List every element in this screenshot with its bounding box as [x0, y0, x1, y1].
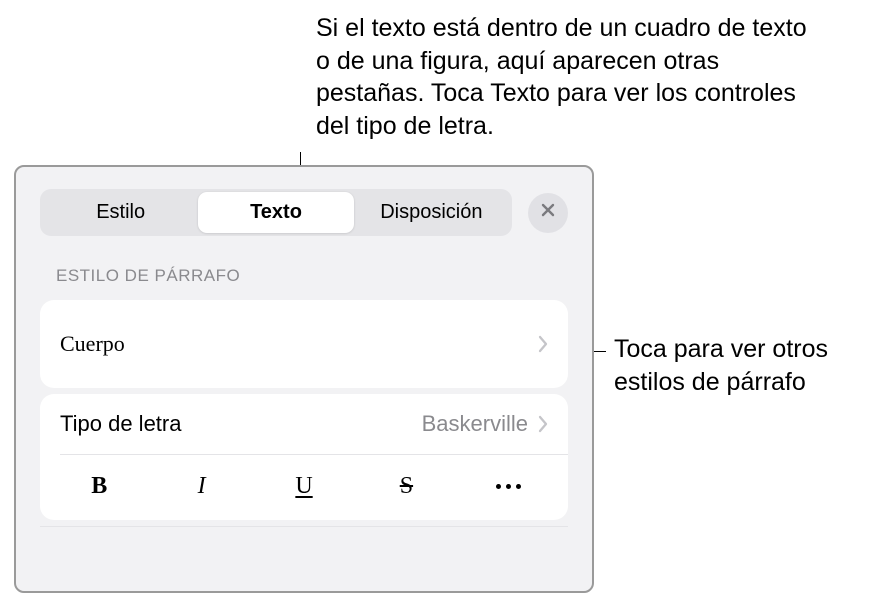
annotation-tabs: Si el texto está dentro de un cuadro de … [316, 12, 816, 142]
close-button[interactable] [528, 193, 568, 233]
divider [40, 526, 568, 527]
close-icon [540, 202, 556, 223]
chevron-right-icon [538, 335, 548, 353]
strikethrough-button[interactable]: S [355, 467, 457, 506]
font-label: Tipo de letra [60, 411, 181, 437]
text-style-toolbar: B I U S [40, 455, 568, 520]
panel-header: Estilo Texto Disposición [16, 167, 592, 252]
tab-style[interactable]: Estilo [43, 192, 198, 233]
section-title-paragraph-style: ESTILO DE PÁRRAFO [16, 252, 592, 294]
bold-button[interactable]: B [48, 467, 150, 506]
format-panel: Estilo Texto Disposición ESTILO DE PÁRRA… [14, 165, 594, 593]
font-row[interactable]: Tipo de letra Baskerville [40, 394, 568, 454]
annotation-paragraph-style: Toca para ver otros estilos de párrafo [614, 333, 884, 398]
chevron-right-icon [538, 415, 548, 433]
tab-layout[interactable]: Disposición [354, 192, 509, 233]
more-icon [494, 484, 524, 489]
paragraph-style-card: Cuerpo [40, 300, 568, 388]
italic-button[interactable]: I [150, 467, 252, 506]
tab-text[interactable]: Texto [198, 192, 353, 233]
more-options-button[interactable] [458, 484, 560, 489]
underline-button[interactable]: U [253, 467, 355, 506]
tab-segmented-control: Estilo Texto Disposición [40, 189, 512, 236]
font-card: Tipo de letra Baskerville B I U S [40, 394, 568, 520]
font-value: Baskerville [422, 411, 528, 437]
paragraph-style-value: Cuerpo [60, 331, 125, 357]
paragraph-style-row[interactable]: Cuerpo [40, 300, 568, 388]
